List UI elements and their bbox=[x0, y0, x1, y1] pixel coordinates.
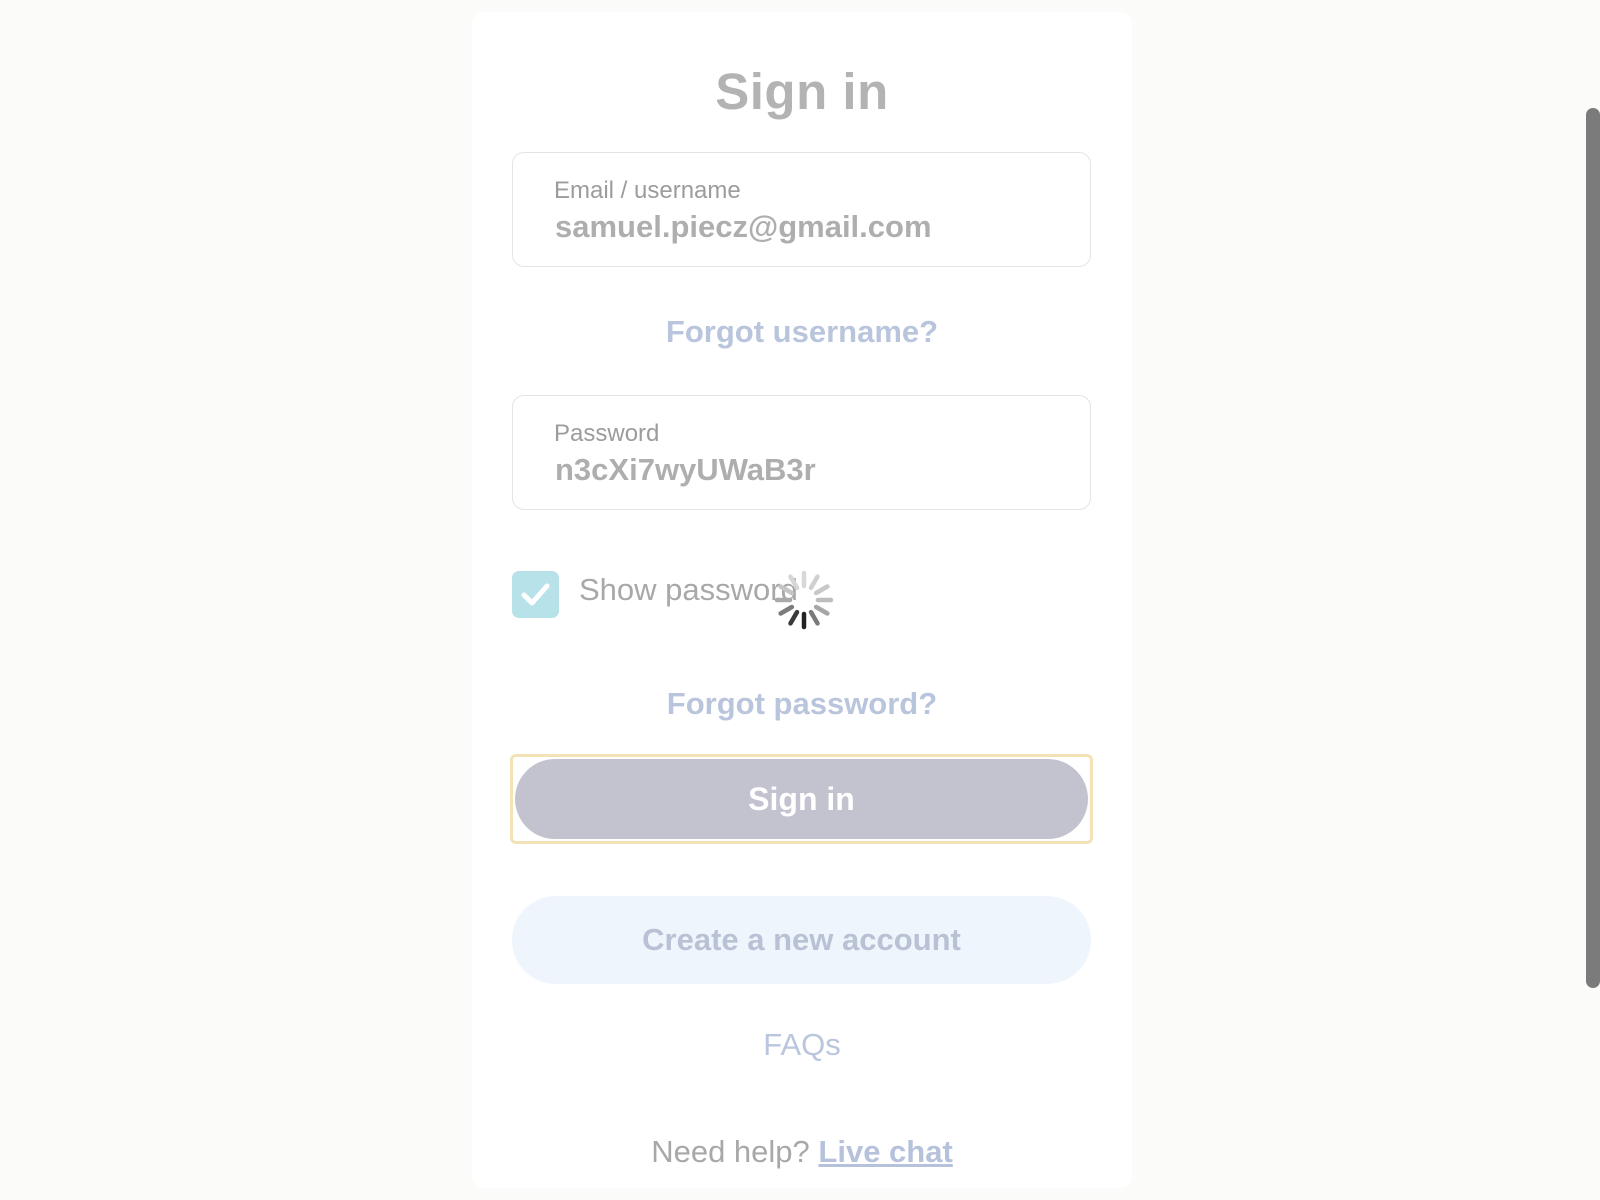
page: Sign in Email / username samuel.piecz@gm… bbox=[0, 0, 1600, 1200]
checkmark-icon bbox=[521, 583, 550, 606]
page-title: Sign in bbox=[715, 63, 889, 120]
email-field[interactable]: Email / username samuel.piecz@gmail.com bbox=[512, 152, 1091, 267]
loading-spinner-icon bbox=[774, 570, 834, 630]
faqs-link[interactable]: FAQs bbox=[472, 1027, 1132, 1063]
password-field-label: Password bbox=[554, 420, 660, 447]
sign-in-card: Sign in Email / username samuel.piecz@gm… bbox=[472, 12, 1132, 1188]
show-password-checkbox[interactable] bbox=[512, 571, 559, 618]
forgot-username-link[interactable]: Forgot username? bbox=[472, 314, 1132, 350]
password-field-value[interactable]: n3cXi7wyUWaB3r bbox=[555, 452, 816, 488]
email-field-value[interactable]: samuel.piecz@gmail.com bbox=[555, 209, 932, 245]
sign-in-button[interactable]: Sign in bbox=[515, 759, 1088, 839]
create-account-button[interactable]: Create a new account bbox=[512, 896, 1091, 984]
email-field-label: Email / username bbox=[554, 177, 741, 204]
scrollbar[interactable] bbox=[1586, 108, 1600, 988]
show-password-label[interactable]: Show password bbox=[579, 572, 798, 608]
sign-in-button-focus-ring: Sign in bbox=[510, 754, 1093, 844]
help-prefix: Need help? bbox=[651, 1134, 810, 1169]
forgot-password-link[interactable]: Forgot password? bbox=[472, 686, 1132, 722]
password-field[interactable]: Password n3cXi7wyUWaB3r bbox=[512, 395, 1091, 510]
help-text: Need help? Live chat bbox=[472, 1134, 1132, 1170]
live-chat-link[interactable]: Live chat bbox=[818, 1134, 952, 1169]
